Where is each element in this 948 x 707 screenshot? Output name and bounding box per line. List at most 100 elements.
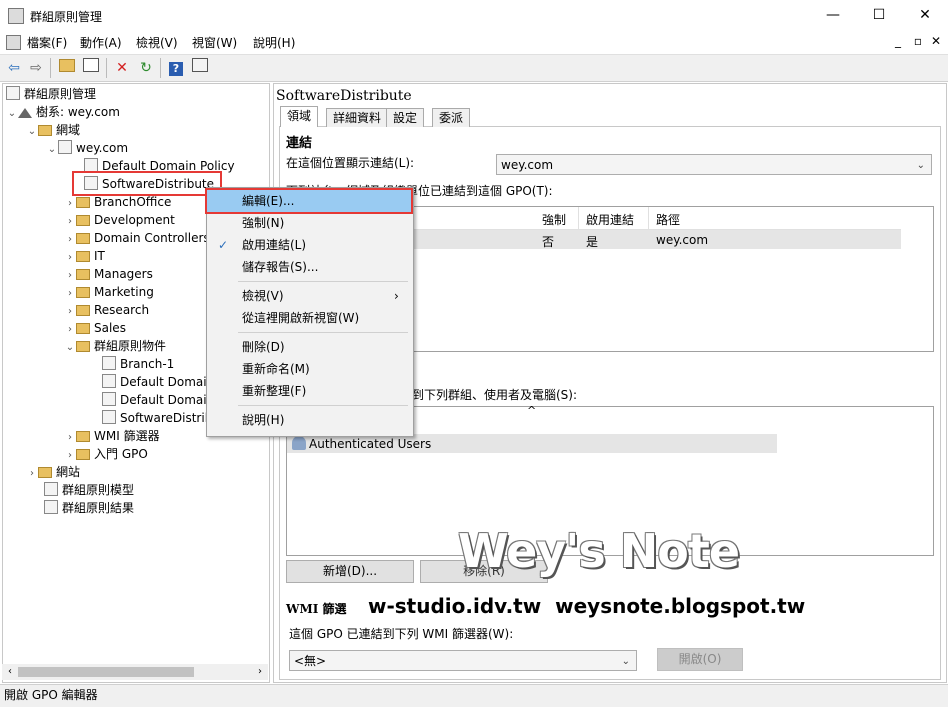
close-button[interactable]: ✕ [902, 0, 948, 30]
column-path[interactable]: 路徑 [656, 211, 680, 228]
maximize-button[interactable]: ☐ [856, 0, 902, 30]
delete-icon[interactable]: ✕ [112, 58, 132, 78]
context-menu-item-rename[interactable]: 重新命名(M) [206, 358, 412, 380]
tree-sites[interactable]: › 網站 [26, 463, 80, 481]
tree-label: 網站 [56, 465, 81, 479]
wmi-filter-dropdown[interactable]: <無> ⌄ [289, 650, 637, 671]
context-menu-item-delete[interactable]: 刪除(D) [206, 336, 412, 358]
tab-details[interactable]: 詳細資料 [326, 108, 389, 127]
open-button[interactable]: 開啟(O) [657, 648, 743, 671]
inner-restore-button[interactable]: ▫ [910, 34, 926, 48]
details-header: SoftwareDistribute [276, 88, 412, 104]
menu-window[interactable]: 視窗(W) [187, 34, 242, 51]
tree-gpo-object[interactable]: Branch-1 [102, 355, 174, 373]
up-folder-icon[interactable] [57, 58, 77, 78]
column-enforced[interactable]: 強制 [542, 211, 566, 228]
security-filtering-description: 用到下列群組、使用者及電腦(S): [400, 388, 578, 402]
tree-gpo-container[interactable]: ⌄ 群組原則物件 [64, 337, 166, 355]
context-menu-item-refresh[interactable]: 重新整理(F) [206, 380, 412, 402]
context-menu-item-save-report[interactable]: 儲存報告(S)... [206, 256, 412, 278]
tab-scope[interactable]: 領域 [280, 106, 319, 127]
tree-results[interactable]: 群組原則結果 [44, 499, 134, 517]
tree-horizontal-scrollbar[interactable]: ‹ › [2, 664, 268, 680]
tree-label: 入門 GPO [94, 447, 148, 461]
location-dropdown[interactable]: wey.com ⌄ [496, 154, 932, 175]
forward-icon[interactable]: ⇨ [26, 58, 46, 78]
refresh-icon[interactable]: ↻ [136, 58, 156, 78]
tree-label: 網域 [56, 123, 81, 137]
context-menu-item-view[interactable]: 檢視(V) › [206, 285, 412, 307]
gpo-icon [102, 410, 116, 424]
tab-settings[interactable]: 設定 [386, 108, 425, 127]
tree-ou[interactable]: › Development [64, 211, 175, 229]
domain-icon [58, 140, 72, 154]
ou-folder-icon [76, 251, 90, 262]
back-icon[interactable]: ⇦ [4, 58, 24, 78]
menu-item-label: 檢視(V) [242, 289, 284, 303]
tree-wmi-filters[interactable]: › WMI 篩選器 [64, 427, 160, 445]
properties-icon[interactable] [190, 58, 210, 78]
scroll-thumb[interactable] [18, 667, 194, 677]
tree-ou[interactable]: › Research [64, 301, 149, 319]
menu-view[interactable]: 檢視(V) [131, 34, 183, 51]
tree-ou[interactable]: › BranchOffice [64, 193, 171, 211]
status-text: 開啟 GPO 編輯器 [4, 688, 98, 702]
inner-close-button[interactable]: ✕ [928, 34, 944, 48]
minimize-button[interactable]: — [810, 0, 856, 30]
menu-item-label: 重新命名(M) [242, 362, 310, 376]
tree-gpo-object[interactable]: SoftwareDistrib [102, 409, 212, 427]
tree-ou[interactable]: › Sales [64, 319, 126, 337]
chevron-down-icon[interactable]: ⌄ [6, 105, 18, 123]
edit-highlight-box [205, 188, 413, 214]
menu-action[interactable]: 動作(A) [75, 34, 127, 51]
tree-label: Research [94, 303, 150, 317]
context-menu-item-enforce[interactable]: 強制(N) [206, 212, 412, 234]
chevron-down-icon[interactable]: ⌄ [64, 339, 76, 357]
column-divider [648, 207, 649, 229]
tree-label: Development [94, 213, 175, 227]
inner-minimize-button[interactable]: _ [890, 34, 906, 48]
chevron-right-icon: › [394, 289, 399, 303]
menu-help[interactable]: 說明(H) [248, 34, 300, 51]
wmi-filter-value: <無> [294, 654, 327, 668]
menu-file[interactable]: 檔案(F) [22, 34, 72, 51]
column-divider [578, 207, 579, 229]
toolbar: ⇦ ⇨ ✕ ↻ ? [0, 54, 948, 82]
chevron-down-icon[interactable]: ⌄ [46, 141, 58, 159]
gpo-icon [102, 374, 116, 388]
gpo-icon [102, 356, 116, 370]
tree-gpo-object[interactable]: Default Domain [102, 373, 214, 391]
tree-label: 樹系: wey.com [36, 105, 120, 119]
scroll-right-icon[interactable]: › [254, 664, 266, 680]
checkmark-icon: ✓ [218, 238, 229, 252]
tree-ou[interactable]: › IT [64, 247, 105, 265]
show-hide-tree-icon[interactable] [81, 58, 101, 78]
tree-ou[interactable]: › Marketing [64, 283, 154, 301]
column-link-enabled[interactable]: 啟用連結 [586, 211, 634, 228]
tree-label: Default Domain [120, 375, 215, 389]
tree-label: Managers [94, 267, 153, 281]
context-menu-item-link-enabled[interactable]: ✓ 啟用連結(L) [206, 234, 412, 256]
scroll-left-icon[interactable]: ‹ [4, 664, 16, 680]
tree-ou[interactable]: › Managers [64, 265, 153, 283]
tree-domain[interactable]: ⌄ wey.com [46, 139, 128, 157]
context-menu-item-help[interactable]: 說明(H) [206, 409, 412, 431]
chevron-down-icon[interactable]: ⌄ [26, 123, 38, 141]
add-button[interactable]: 新增(D)... [286, 560, 414, 583]
tree-ou[interactable]: › Domain Controllers [64, 229, 210, 247]
results-icon [44, 500, 58, 514]
tree-domains[interactable]: ⌄ 網域 [26, 121, 80, 139]
tree-gpo-object[interactable]: Default Domain [102, 391, 214, 409]
menu-item-label: 重新整理(F) [242, 384, 307, 398]
chevron-right-icon[interactable]: › [26, 465, 38, 483]
tree-root[interactable]: 群組原則管理 [6, 85, 96, 103]
tree-label: Domain Controllers [94, 231, 210, 245]
tree-forest[interactable]: ⌄ 樹系: wey.com [6, 103, 120, 121]
tab-delegation[interactable]: 委派 [432, 108, 471, 127]
tree-starter-gpo[interactable]: › 入門 GPO [64, 445, 148, 463]
help-icon[interactable]: ? [166, 58, 186, 78]
folder-icon [38, 467, 52, 478]
context-menu-item-new-window[interactable]: 從這裡開啟新視窗(W) [206, 307, 412, 329]
tree-modeling[interactable]: 群組原則模型 [44, 481, 134, 499]
link-path-value: wey.com [656, 233, 709, 247]
